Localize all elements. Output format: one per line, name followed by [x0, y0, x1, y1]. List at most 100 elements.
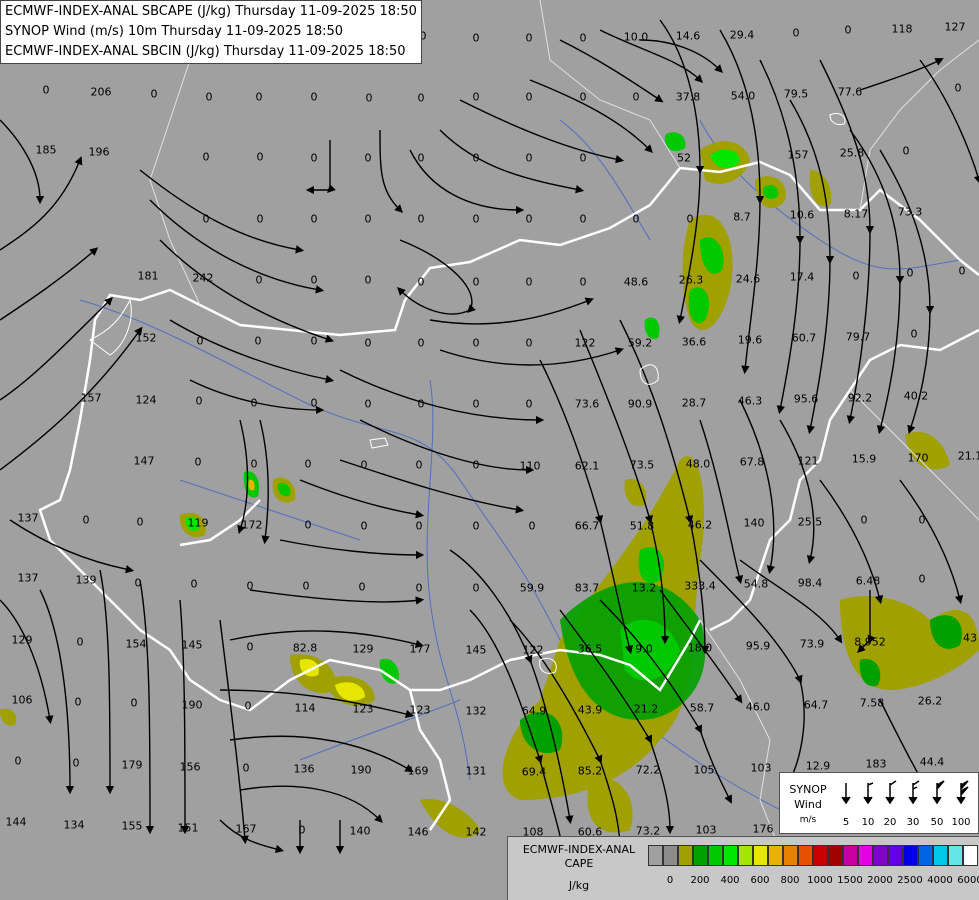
cape-value-label: 0	[579, 90, 587, 104]
legend-swatch	[723, 845, 738, 866]
cape-value-label: 26.3	[678, 273, 704, 287]
cape-value-label: 15.9	[851, 452, 877, 466]
cape-value-label: 52	[677, 151, 691, 165]
cape-value-label: 103	[750, 761, 772, 775]
cape-value-label: 0	[472, 519, 480, 533]
cape-value-label: 110	[519, 459, 541, 473]
cape-value-label: 29.4	[729, 28, 755, 42]
cape-value-label: 183	[865, 757, 887, 771]
legend-swatch	[783, 845, 798, 866]
cape-value-label: 0	[472, 336, 480, 350]
synop-speed-label: 10	[861, 817, 875, 828]
cape-value-label: 59.9	[519, 581, 545, 595]
cape-value-label: 92.2	[847, 391, 873, 405]
cape-value-label: 62.1	[574, 459, 600, 473]
cape-value-label: 0	[417, 151, 425, 165]
cape-value-label: 146	[407, 825, 429, 839]
cape-value-label: 139	[75, 573, 97, 587]
cape-value-label: 0	[417, 397, 425, 411]
cape-value-label: 0	[415, 458, 423, 472]
cape-value-label: 0	[14, 754, 22, 768]
legend-tick: 0	[666, 875, 674, 886]
cape-value-label: 0	[302, 579, 310, 593]
cape-value-label: 0	[579, 212, 587, 226]
cape-value-label: 0	[417, 91, 425, 105]
cape-value-label: 17.4	[789, 270, 815, 284]
cape-value-label: 90.9	[627, 397, 653, 411]
cape-value-label: 0	[74, 695, 82, 709]
cape-value-label: 157	[80, 391, 102, 405]
cape-value-label: 0	[250, 457, 258, 471]
cin-contours	[89, 112, 846, 674]
header-wind: SYNOP Wind (m/s) 10m Thursday 11-09-2025…	[5, 24, 344, 39]
legend-title: ECMWF-INDEX-ANAL CAPE J/kg	[512, 843, 646, 893]
cape-value-label: 0	[250, 396, 258, 410]
legend-tick: 1000	[807, 875, 833, 886]
cape-value-label: 14.6	[675, 29, 701, 43]
cape-value-label: 6.48	[855, 574, 881, 588]
cape-value-label: 145	[181, 638, 203, 652]
legend-swatch	[708, 845, 723, 866]
cape-value-label: 177	[409, 642, 431, 656]
cape-value-label: 0	[136, 515, 144, 529]
cape-value-label: 0	[255, 90, 263, 104]
cape-value-label: 79.7	[845, 330, 871, 344]
cape-value-label: 46.0	[745, 700, 771, 714]
cape-value-label: 118	[891, 22, 913, 36]
cape-value-label: 0	[954, 81, 962, 95]
cape-value-label: 0	[244, 699, 252, 713]
cape-value-label: 73.9	[799, 637, 825, 651]
cape-value-label: 21.2	[633, 702, 659, 716]
cape-value-label: 123	[352, 702, 374, 716]
legend-swatch	[663, 845, 678, 866]
cape-value-label: 0	[364, 273, 372, 287]
cape-value-label: 59.2	[627, 336, 653, 350]
cape-value-label: 36.6	[681, 335, 707, 349]
cape-value-label: 48.6	[623, 275, 649, 289]
cape-value-label: 0	[304, 518, 312, 532]
cape-value-label: 0	[528, 519, 536, 533]
legend-parameter: CAPE	[564, 857, 594, 870]
cape-legend: ECMWF-INDEX-ANAL CAPE J/kg 0 200 400 600 800…	[507, 836, 979, 900]
cape-value-label: 0	[525, 275, 533, 289]
cape-value-label: 0	[42, 83, 50, 97]
legend-swatch	[648, 845, 663, 866]
legend-tick: 800	[780, 875, 800, 886]
cape-value-label: 28.7	[681, 396, 707, 410]
cape-value-label: 0	[910, 327, 918, 341]
cape-value-label: 10.0	[623, 30, 649, 44]
cape-value-label: 170	[907, 451, 929, 465]
cape-value-label: 7.58	[859, 696, 885, 710]
cape-value-label: 51.8	[629, 519, 655, 533]
cape-value-label: 0	[365, 91, 373, 105]
cape-value-label: 64.7	[803, 698, 829, 712]
cape-value-label: 242	[192, 271, 214, 285]
cape-value-label: 0	[310, 90, 318, 104]
cape-value-label: 206	[90, 85, 112, 99]
legend-swatch	[843, 845, 858, 866]
cape-value-label: 67.8	[739, 455, 765, 469]
cape-value-label: 82.8	[292, 641, 318, 655]
cape-value-label: 0	[579, 151, 587, 165]
cape-value-label: 0	[202, 150, 210, 164]
cape-value-label: 190	[181, 698, 203, 712]
cape-value-label: 0	[310, 396, 318, 410]
cape-value-label: 132	[465, 704, 487, 718]
synop-speed-label: 30	[906, 817, 920, 828]
cape-value-label: 0	[76, 635, 84, 649]
legend-swatch	[738, 845, 753, 866]
legend-swatch	[888, 845, 903, 866]
cape-value-label: 119	[187, 516, 209, 530]
cape-value-label: 156	[179, 760, 201, 774]
cape-value-label: 79.5	[783, 87, 809, 101]
cape-value-label: 0	[246, 579, 254, 593]
cape-value-label: 26.2	[917, 694, 943, 708]
cape-value-label: 0	[310, 151, 318, 165]
synop-speed-label: 20	[883, 817, 897, 828]
cape-value-label: 60.7	[791, 331, 817, 345]
cape-value-label: 129	[352, 642, 374, 656]
cape-value-label: 136	[293, 762, 315, 776]
cape-value-label: 0	[256, 212, 264, 226]
cape-value-label: 123	[409, 703, 431, 717]
cape-value-label: 0	[525, 212, 533, 226]
